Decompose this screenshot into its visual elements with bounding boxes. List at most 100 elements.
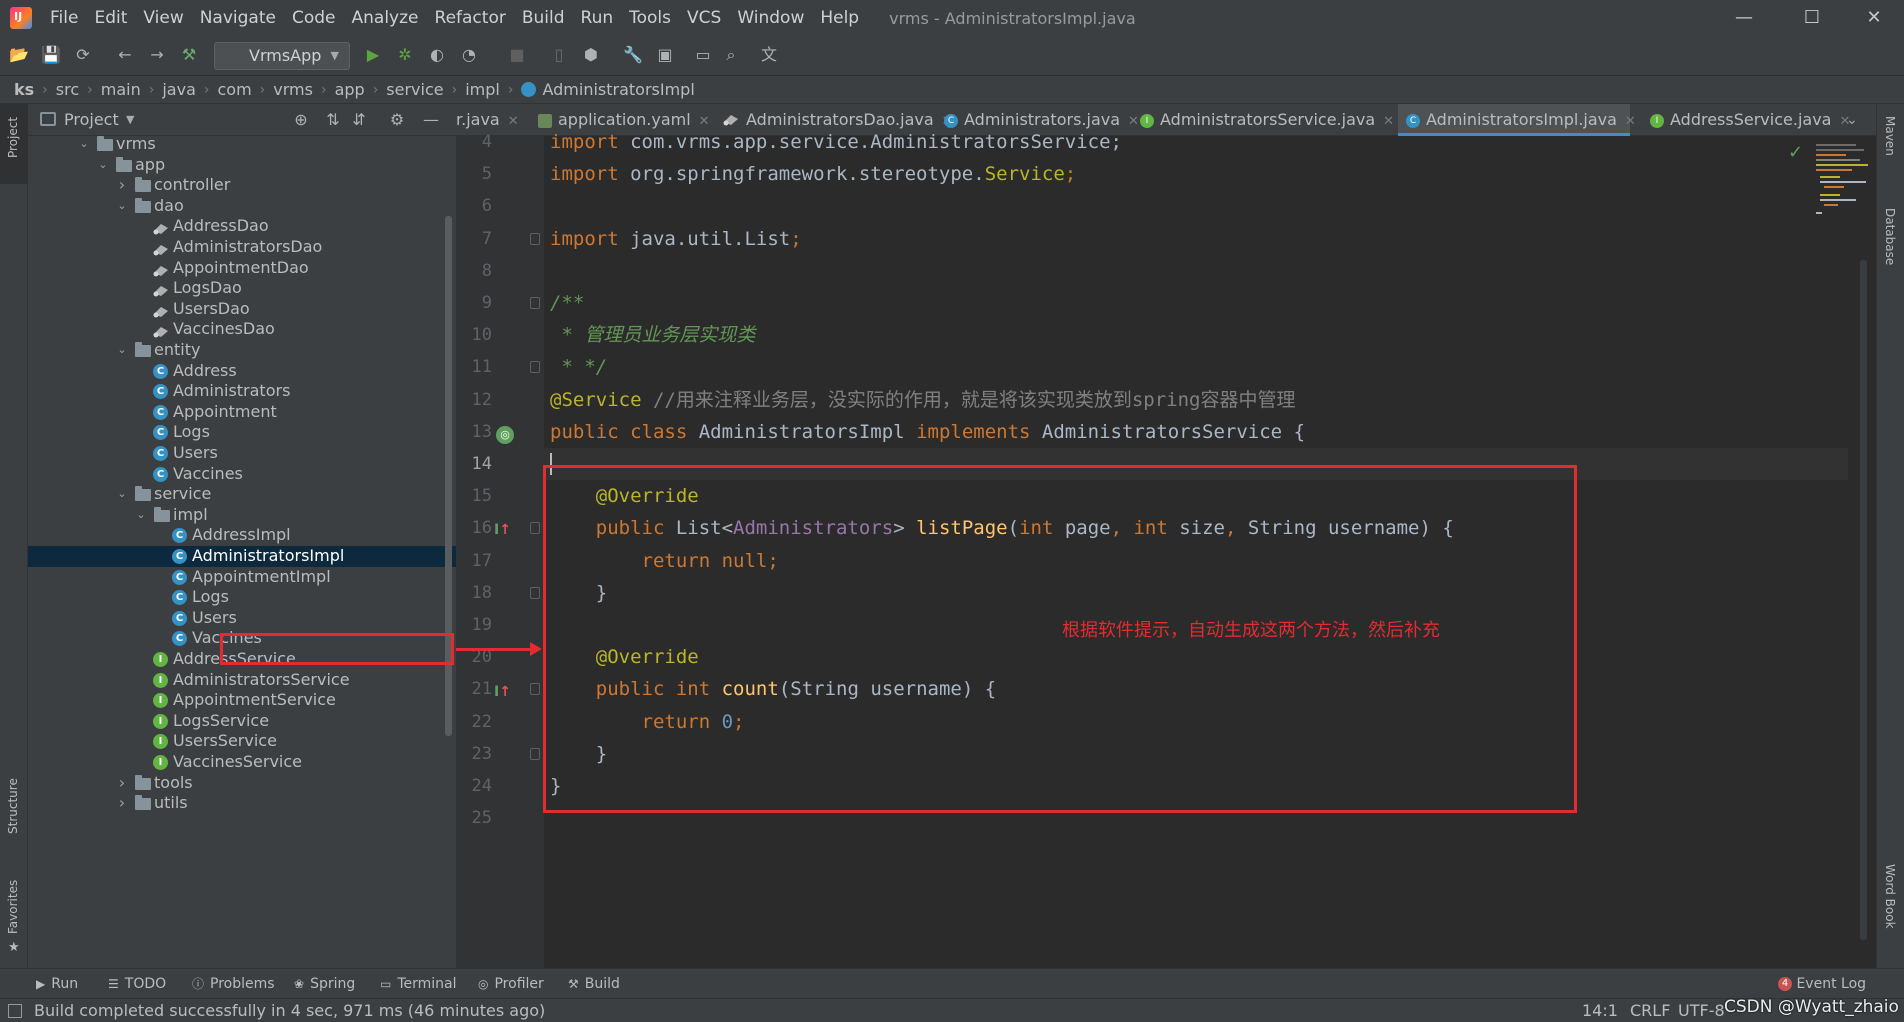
- tree-item-addressdao[interactable]: AddressDao: [28, 216, 456, 237]
- menu-item-edit[interactable]: Edit: [86, 0, 135, 36]
- project-strip-label[interactable]: Project: [6, 117, 20, 158]
- breadcrumb-item[interactable]: ks: [14, 80, 34, 99]
- breadcrumb-item[interactable]: java: [162, 80, 196, 99]
- tree-item-appointmentdao[interactable]: AppointmentDao: [28, 258, 456, 279]
- menu-item-help[interactable]: Help: [812, 0, 867, 36]
- tool-button-build[interactable]: ⚒ Build: [568, 969, 620, 999]
- breadcrumb-item[interactable]: impl: [465, 80, 500, 99]
- tree-item-usersdao[interactable]: UsersDao: [28, 299, 456, 320]
- fold-marker-icon[interactable]: [530, 361, 540, 374]
- menu-item-code[interactable]: Code: [284, 0, 344, 36]
- hide-panel-icon[interactable]: —: [420, 109, 442, 131]
- database-strip-label[interactable]: Database: [1883, 208, 1897, 265]
- tree-item-administratorsservice[interactable]: I AdministratorsService: [28, 670, 456, 691]
- tree-item-vaccinesdao[interactable]: VaccinesDao: [28, 319, 456, 340]
- menu-item-tools[interactable]: Tools: [621, 0, 679, 36]
- fold-marker-icon[interactable]: [530, 683, 540, 696]
- project-panel-title[interactable]: Project: [64, 104, 119, 136]
- save-icon[interactable]: 💾: [40, 44, 62, 66]
- tab-close-icon[interactable]: ✕: [1839, 114, 1850, 129]
- maximize-icon[interactable]: ☐: [1784, 0, 1840, 36]
- tool-button-todo[interactable]: ☰ TODO: [108, 969, 166, 999]
- tool-button-profiler[interactable]: ◎ Profiler: [478, 969, 544, 999]
- tool-button-spring[interactable]: ❀ Spring: [294, 969, 355, 999]
- coverage-icon[interactable]: ◐: [426, 44, 448, 66]
- run-config-dropdown[interactable]: VrmsApp ▼: [214, 42, 350, 70]
- locate-target-icon[interactable]: ⊕: [290, 109, 312, 131]
- menu-item-navigate[interactable]: Navigate: [192, 0, 284, 36]
- tool-button-run[interactable]: ▶ Run: [36, 969, 78, 999]
- chevron-down-icon[interactable]: ⌄: [135, 505, 147, 526]
- tree-item-impl[interactable]: ⌄ impl: [28, 505, 456, 526]
- chevron-down-icon[interactable]: ▼: [126, 104, 134, 136]
- chevron-down-icon[interactable]: ⌄: [78, 136, 90, 155]
- tree-item-appointment[interactable]: C Appointment: [28, 402, 456, 423]
- menu-item-view[interactable]: View: [135, 0, 191, 36]
- tree-item-administrators[interactable]: C Administrators: [28, 381, 456, 402]
- debug-bug-icon[interactable]: ✲: [394, 44, 416, 66]
- forward-arrow-icon[interactable]: →: [146, 44, 168, 66]
- menu-item-window[interactable]: Window: [729, 0, 812, 36]
- tree-item-entity[interactable]: ⌄ entity: [28, 340, 456, 361]
- chevron-down-icon[interactable]: ⌄: [116, 196, 128, 217]
- minimize-icon[interactable]: —: [1716, 0, 1772, 36]
- tool-button-problems[interactable]: ⓘ Problems: [192, 969, 275, 999]
- menu-item-run[interactable]: Run: [573, 0, 622, 36]
- menu-item-build[interactable]: Build: [514, 0, 573, 36]
- tool-button-terminal[interactable]: ▭ Terminal: [380, 969, 457, 999]
- structure-strip-label[interactable]: Structure: [6, 778, 20, 834]
- tree-item-vaccines[interactable]: C Vaccines: [28, 464, 456, 485]
- tree-item-appointmentimpl[interactable]: C AppointmentImpl: [28, 567, 456, 588]
- fold-marker-icon[interactable]: [530, 232, 540, 245]
- tree-item-logsservice[interactable]: I LogsService: [28, 711, 456, 732]
- word-book-strip-label[interactable]: Word Book: [1883, 864, 1897, 929]
- sync-icon[interactable]: ⟳: [72, 44, 94, 66]
- maven-strip-label[interactable]: Maven: [1883, 116, 1897, 156]
- tree-item-vrms[interactable]: ⌄ vrms: [28, 136, 456, 155]
- menu-item-vcs[interactable]: VCS: [679, 0, 729, 36]
- menu-item-refactor[interactable]: Refactor: [427, 0, 514, 36]
- tree-item-users[interactable]: C Users: [28, 443, 456, 464]
- menu-item-analyze[interactable]: Analyze: [344, 0, 427, 36]
- editor-scrollbar[interactable]: [1860, 260, 1867, 940]
- tab-close-icon[interactable]: ✕: [1625, 114, 1636, 129]
- tree-item-controller[interactable]: › controller: [28, 175, 456, 196]
- tree-item-administratorsimpl[interactable]: C AdministratorsImpl: [28, 546, 456, 567]
- module-settings-icon[interactable]: ▣: [654, 44, 676, 66]
- search-icon[interactable]: ⌕: [720, 44, 742, 66]
- tab-addressservice-java[interactable]: I AddressService.java ✕: [1642, 104, 1850, 136]
- tree-item-usersservice[interactable]: I UsersService: [28, 731, 456, 752]
- tree-item-logsdao[interactable]: LogsDao: [28, 278, 456, 299]
- chevron-down-icon[interactable]: ⌄: [116, 340, 128, 361]
- tab-close-icon[interactable]: ✕: [1383, 114, 1394, 129]
- tree-item-appointmentservice[interactable]: I AppointmentService: [28, 690, 456, 711]
- tree-item-logs[interactable]: C Logs: [28, 422, 456, 443]
- run-icon[interactable]: ▶: [362, 44, 384, 66]
- project-structure-icon[interactable]: ⬢: [580, 44, 602, 66]
- fold-marker-icon[interactable]: [530, 522, 540, 535]
- build-hammer-icon[interactable]: ⚒: [178, 44, 200, 66]
- chevron-down-icon[interactable]: ⌄: [116, 484, 128, 505]
- tree-item-logs[interactable]: C Logs: [28, 587, 456, 608]
- tab-administratorsimpl-java[interactable]: C AdministratorsImpl.java ✕: [1398, 104, 1636, 136]
- chevron-right-icon[interactable]: ›: [116, 793, 128, 814]
- breadcrumb-item[interactable]: vrms: [273, 80, 313, 99]
- breadcrumb-item[interactable]: AdministratorsImpl: [542, 80, 694, 99]
- menu-item-file[interactable]: File: [42, 0, 86, 36]
- fold-marker-icon[interactable]: [530, 297, 540, 309]
- implements-method-icon[interactable]: I↑: [494, 684, 511, 700]
- breadcrumb-item[interactable]: app: [335, 80, 365, 99]
- chevron-down-icon[interactable]: ⌄: [97, 155, 109, 176]
- implements-method-icon[interactable]: I↑: [494, 522, 511, 538]
- favorites-strip-label[interactable]: Favorites: [6, 880, 20, 934]
- breadcrumb-item[interactable]: main: [101, 80, 141, 99]
- tree-item-utils[interactable]: › utils: [28, 793, 456, 814]
- breadcrumb-item[interactable]: service: [386, 80, 443, 99]
- tab-close-icon[interactable]: ✕: [508, 114, 519, 129]
- collapse-all-icon[interactable]: ⇵: [348, 109, 370, 131]
- tree-item-app[interactable]: ⌄ app: [28, 155, 456, 176]
- tree-item-addressimpl[interactable]: C AddressImpl: [28, 525, 456, 546]
- settings-wrench-icon[interactable]: 🔧: [622, 44, 644, 66]
- gear-icon[interactable]: ⚙: [386, 109, 408, 131]
- chevron-right-icon[interactable]: ›: [116, 773, 128, 794]
